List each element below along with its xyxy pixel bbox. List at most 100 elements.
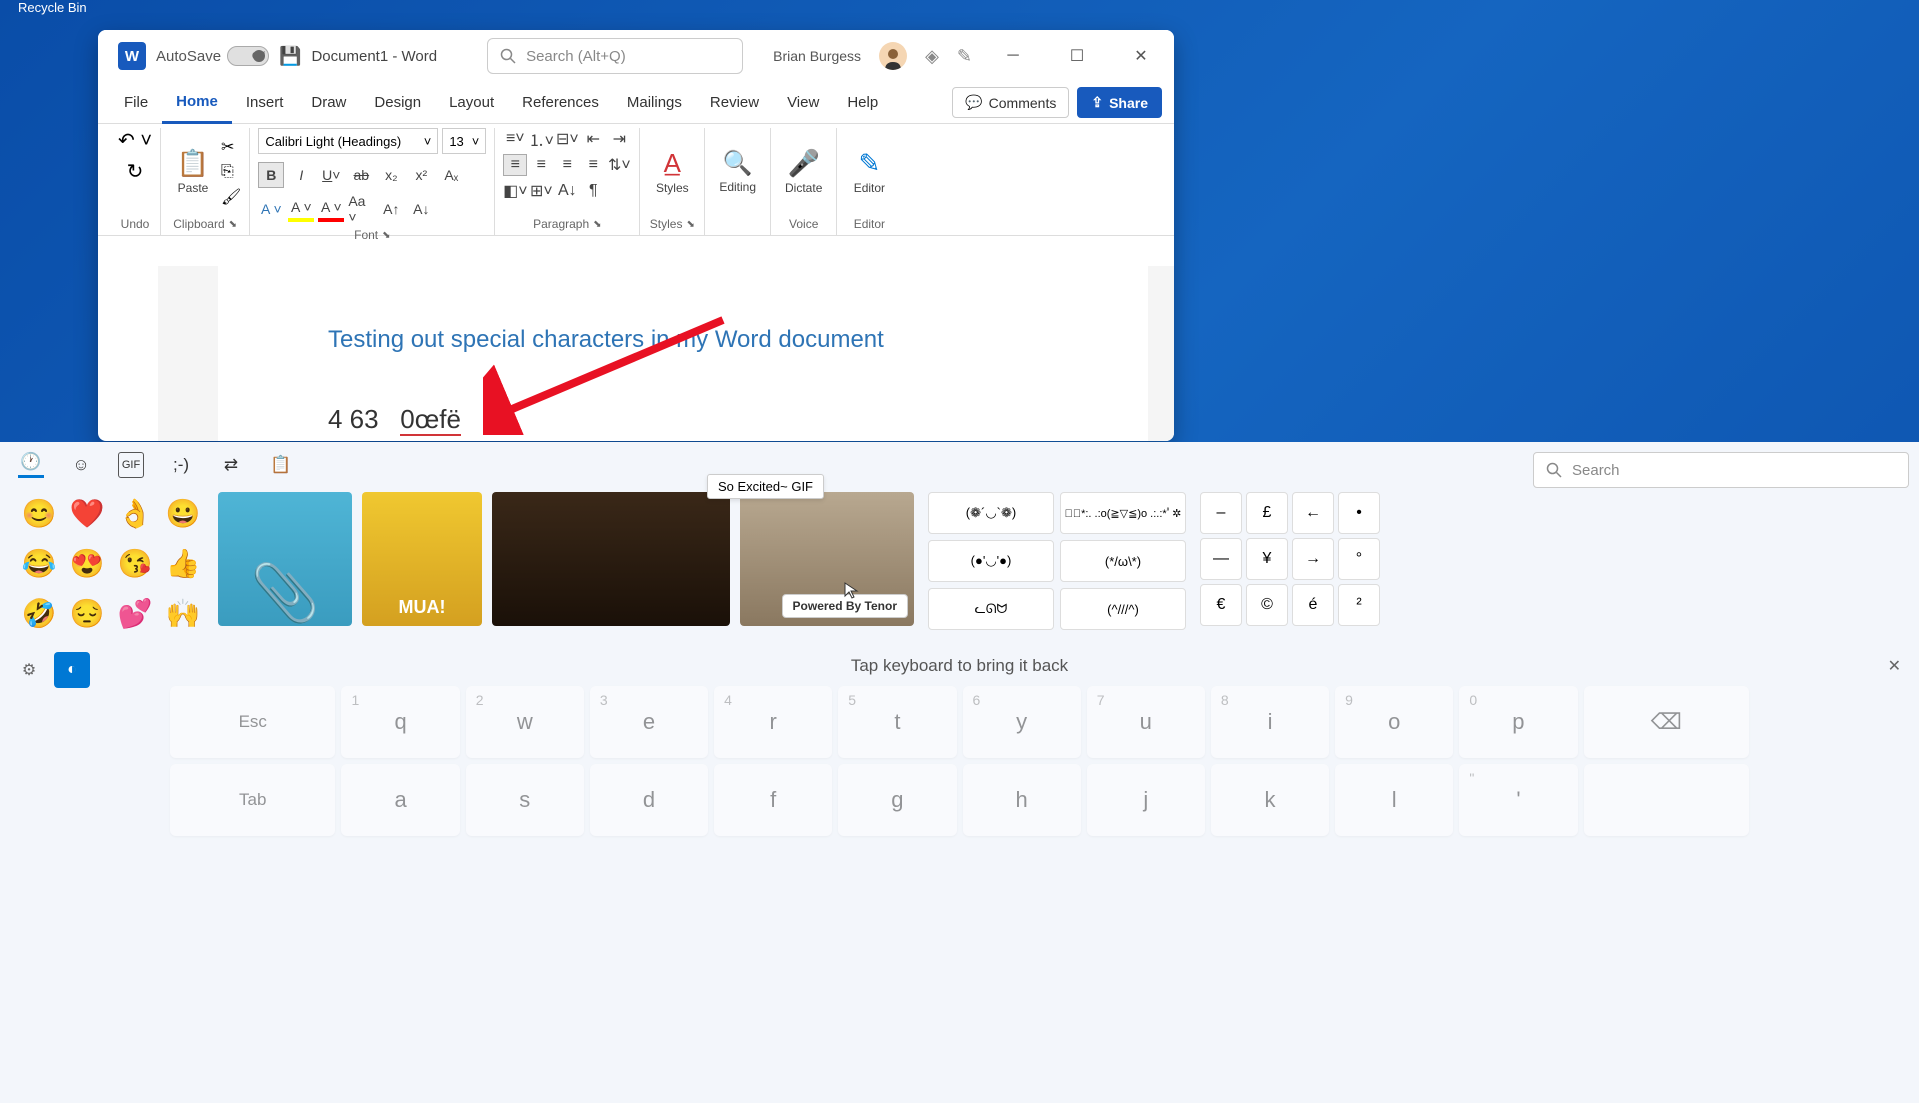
symbol-item[interactable]: → (1292, 538, 1334, 580)
search-input[interactable]: Search (Alt+Q) (487, 38, 743, 74)
kaomoji-item[interactable]: (❁´◡`❁) (928, 492, 1054, 534)
numbering-button[interactable]: ⒈˅ (529, 128, 553, 150)
menu-help[interactable]: Help (833, 82, 892, 124)
symbol-item[interactable]: ← (1292, 492, 1334, 534)
menu-mailings[interactable]: Mailings (613, 82, 696, 124)
comments-button[interactable]: 💬 Comments (952, 87, 1069, 118)
key-s[interactable]: s (466, 764, 584, 836)
recent-tab[interactable]: 🕐 (18, 452, 44, 478)
menu-view[interactable]: View (773, 82, 833, 124)
key-y[interactable]: 6y (963, 686, 1081, 758)
symbol-item[interactable]: ° (1338, 538, 1380, 580)
kaomoji-tab[interactable]: ;-) (168, 452, 194, 478)
decrease-indent-button[interactable]: ⇤ (581, 128, 605, 150)
share-button[interactable]: ⇪ Share (1077, 87, 1162, 118)
align-center-button[interactable]: ≡ (529, 154, 553, 176)
keyboard-hint[interactable]: Tap keyboard to bring it back ✕ (0, 642, 1919, 686)
key-a[interactable]: a (341, 764, 459, 836)
clear-format-button[interactable]: Aₓ (438, 162, 464, 188)
key-f[interactable]: f (714, 764, 832, 836)
symbol-item[interactable]: – (1200, 492, 1242, 534)
key-t[interactable]: 5t (838, 686, 956, 758)
subscript-button[interactable]: x₂ (378, 162, 404, 188)
save-icon[interactable]: 💾 (279, 46, 301, 67)
symbol-item[interactable]: ¥ (1246, 538, 1288, 580)
menu-home[interactable]: Home (162, 82, 232, 124)
menu-review[interactable]: Review (696, 82, 773, 124)
autosave-toggle[interactable]: Off (227, 46, 269, 66)
shrink-font-button[interactable]: A↓ (408, 196, 434, 222)
font-color-button[interactable]: A ˅ (318, 196, 344, 222)
grow-font-button[interactable]: A↑ (378, 196, 404, 222)
symbol-item[interactable]: © (1246, 584, 1288, 626)
symbol-item[interactable]: ² (1338, 584, 1380, 626)
align-right-button[interactable]: ≡ (555, 154, 579, 176)
user-avatar[interactable] (879, 42, 907, 70)
emoji-item[interactable]: 😀 (162, 492, 204, 534)
kaomoji-item[interactable]: (●'◡'●) (928, 540, 1054, 582)
gif-item[interactable]: Powered By Tenor (740, 492, 914, 626)
clipboard-tab[interactable]: 📋 (268, 452, 294, 478)
editor-button[interactable]: ✎ Editor (845, 137, 893, 207)
gif-item[interactable]: MUA! (362, 492, 482, 626)
copy-icon[interactable]: ⎘ (221, 163, 241, 181)
key-k[interactable]: k (1211, 764, 1329, 836)
sort-button[interactable]: A↓ (555, 180, 579, 202)
change-case-button[interactable]: Aa ˅ (348, 196, 374, 222)
menu-design[interactable]: Design (360, 82, 435, 124)
key-d[interactable]: d (590, 764, 708, 836)
undo-icon[interactable]: ↶ ˅ (118, 128, 152, 153)
key-tab[interactable]: Tab (170, 764, 335, 836)
dictate-button[interactable]: 🎤 Dictate (779, 137, 828, 207)
menu-layout[interactable]: Layout (435, 82, 508, 124)
editing-button[interactable]: 🔍 Editing (713, 137, 762, 207)
emoji-item[interactable]: 🙌 (162, 592, 204, 634)
document-body-text[interactable]: 4 63 0œfë (328, 404, 1038, 435)
key-o[interactable]: 9o (1335, 686, 1453, 758)
emoji-item[interactable]: 👍 (162, 542, 204, 584)
key-p[interactable]: 0p (1459, 686, 1577, 758)
key-apostrophe[interactable]: "' (1459, 764, 1577, 836)
key-w[interactable]: 2w (466, 686, 584, 758)
font-size-dropdown[interactable]: 13˅ (442, 128, 486, 154)
emoji-item[interactable]: 😘 (114, 542, 156, 584)
emoji-item[interactable]: 😔 (66, 592, 108, 634)
emoji-tab[interactable]: ☺ (68, 452, 94, 478)
menu-references[interactable]: References (508, 82, 613, 124)
symbol-item[interactable]: £ (1246, 492, 1288, 534)
gif-tab[interactable]: GIF (118, 452, 144, 478)
kaomoji-item[interactable]: (*/ω\*) (1060, 540, 1186, 582)
recycle-bin-label[interactable]: Recycle Bin (18, 0, 87, 15)
justify-button[interactable]: ≡ (581, 154, 605, 176)
emoji-item[interactable]: 😂 (18, 542, 60, 584)
menu-insert[interactable]: Insert (232, 82, 298, 124)
emoji-search-input[interactable]: Search (1533, 452, 1909, 488)
emoji-item[interactable]: 😍 (66, 542, 108, 584)
symbol-item[interactable]: € (1200, 584, 1242, 626)
kaomoji-item[interactable]: ᓚᘏᗢ (928, 588, 1054, 630)
emoji-item[interactable]: 👌 (114, 492, 156, 534)
styles-button[interactable]: A̲ Styles (648, 137, 696, 207)
format-painter-icon[interactable]: 🖌 (221, 187, 241, 207)
multilevel-button[interactable]: ⊟˅ (555, 128, 579, 150)
symbol-item[interactable]: — (1200, 538, 1242, 580)
align-left-button[interactable]: ≡ (503, 154, 527, 176)
minimize-button[interactable]: ─ (990, 40, 1036, 72)
key-u[interactable]: 7u (1087, 686, 1205, 758)
close-button[interactable]: ✕ (1118, 40, 1164, 72)
gif-item[interactable] (492, 492, 730, 626)
shading-button[interactable]: ◧˅ (503, 180, 527, 202)
bold-button[interactable]: B (258, 162, 284, 188)
page[interactable]: Testing out special characters in my Wor… (218, 266, 1148, 441)
username[interactable]: Brian Burgess (773, 48, 861, 64)
underline-button[interactable]: U ˅ (318, 162, 344, 188)
symbol-item[interactable]: • (1338, 492, 1380, 534)
italic-button[interactable]: I (288, 162, 314, 188)
key-r[interactable]: 4r (714, 686, 832, 758)
menu-file[interactable]: File (110, 82, 162, 124)
key-q[interactable]: 1q (341, 686, 459, 758)
kaomoji-item[interactable]: (^///^) (1060, 588, 1186, 630)
pen-icon[interactable]: ✎ (957, 46, 972, 67)
line-spacing-button[interactable]: ⇅˅ (607, 154, 631, 176)
emoji-item[interactable]: 💕 (114, 592, 156, 634)
